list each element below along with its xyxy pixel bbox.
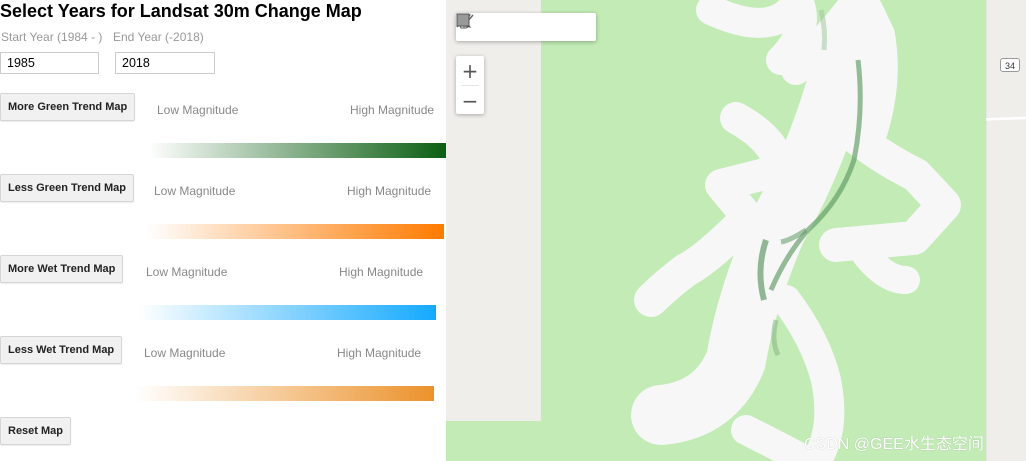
more-green-trend-button[interactable]: More Green Trend Map [0, 93, 136, 121]
legend-low-label: Low Magnitude [157, 103, 239, 117]
route-shield: 34 [1000, 58, 1020, 72]
end-year-input[interactable]: 2018 [115, 52, 215, 74]
legend-high-label: High Magnitude [337, 346, 422, 360]
end-year-label: End Year (-2018) [113, 30, 204, 44]
zoom-out-button[interactable]: − [456, 86, 484, 115]
panel-title: Select Years for Landsat 30m Change Map [0, 1, 362, 21]
line-icon[interactable] [456, 13, 540, 41]
legend-low-label: Low Magnitude [146, 265, 228, 279]
map-view[interactable]: + − 34 CSDN @GEE水生态空间 [446, 0, 1026, 461]
more-wet-trend-button[interactable]: More Wet Trend Map [0, 255, 124, 283]
legend-high-label: High Magnitude [339, 265, 424, 279]
rectangle-icon[interactable] [456, 13, 596, 41]
less-wet-trend-button[interactable]: Less Wet Trend Map [0, 336, 123, 364]
reset-map-button[interactable]: Reset Map [0, 417, 72, 445]
less-wet-color-bar [136, 386, 434, 401]
legend-low-label: Low Magnitude [154, 184, 236, 198]
legend-low-label: Low Magnitude [144, 346, 226, 360]
less-green-color-bar [146, 224, 444, 239]
map-canvas [446, 0, 1026, 461]
more-wet-color-bar [138, 305, 436, 320]
drawing-toolbar [456, 13, 596, 41]
control-panel: Select Years for Landsat 30m Change Map … [0, 0, 446, 461]
marker-icon[interactable] [460, 13, 512, 41]
legend-high-label: High Magnitude [350, 103, 435, 117]
more-green-color-bar [148, 143, 446, 158]
watermark-text: CSDN @GEE水生态空间 [804, 436, 984, 453]
legend-high-label: High Magnitude [347, 184, 432, 198]
polygon-icon[interactable] [457, 13, 568, 41]
start-year-input[interactable]: 1985 [0, 52, 99, 74]
start-year-label: Start Year (1984 - ) [1, 30, 103, 44]
zoom-in-button[interactable]: + [456, 56, 484, 85]
less-green-trend-button[interactable]: Less Green Trend Map [0, 174, 134, 202]
zoom-control: + − [456, 56, 484, 114]
